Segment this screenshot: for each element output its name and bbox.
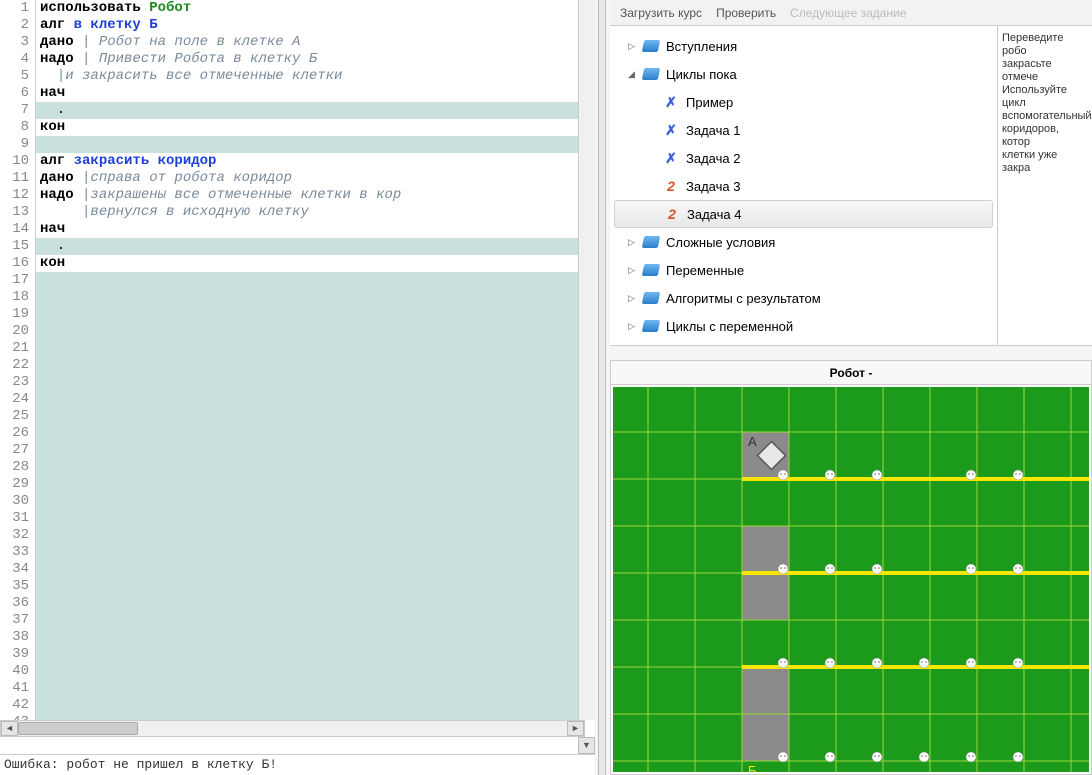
tree-item-label: Пример — [686, 95, 733, 110]
status-bar: Ошибка: робот не пришел в клетку Б! — [0, 754, 595, 775]
tree-item[interactable]: ▷Переменные — [610, 256, 997, 284]
tree-item[interactable]: ✗ Задача 2 — [610, 144, 997, 172]
next-task-button[interactable]: Следующее задание — [790, 6, 906, 20]
folder-icon — [642, 234, 660, 250]
editor-pane: 1234567891011121314151617181920212223242… — [0, 0, 595, 775]
scroll-left-button[interactable]: ◄ — [1, 721, 18, 736]
line-gutter: 1234567891011121314151617181920212223242… — [0, 0, 36, 720]
folder-icon — [642, 318, 660, 334]
tree-item-label: Задача 3 — [686, 179, 740, 194]
tree-item-label: Задача 1 — [686, 123, 740, 138]
tree-item[interactable]: 2 Задача 3 — [610, 172, 997, 200]
tree-item-label: Циклы пока — [666, 67, 737, 82]
tree-item-label: Сложные условия — [666, 235, 775, 250]
x-icon: ✗ — [662, 94, 680, 110]
load-course-button[interactable]: Загрузить курс — [620, 6, 702, 20]
x-icon: ✗ — [662, 122, 680, 138]
hscroll-thumb[interactable] — [18, 722, 138, 735]
editor-hscroll[interactable]: ◄ ► — [0, 720, 585, 737]
svg-text:А: А — [748, 434, 757, 449]
tree-item[interactable]: ▷Алгоритмы с результатом — [610, 284, 997, 312]
tree-item[interactable]: ▷Вступления — [610, 32, 997, 60]
robot-field[interactable]: АБ — [613, 387, 1089, 772]
folder-icon — [642, 262, 660, 278]
task-icon: 2 — [663, 206, 681, 222]
code-editor[interactable]: 1234567891011121314151617181920212223242… — [0, 0, 595, 720]
tree-item-label: Задача 4 — [687, 207, 741, 222]
folder-icon — [642, 290, 660, 306]
course-tree[interactable]: ▷Вступления◢Циклы пока ✗ Пример ✗ Задача 1 ✗ З… — [610, 26, 998, 345]
svg-text:Б: Б — [748, 763, 757, 772]
tree-item[interactable]: ✗ Пример — [610, 88, 997, 116]
tree-item[interactable]: 2 Задача 4 — [614, 200, 993, 228]
vertical-splitter[interactable] — [598, 0, 606, 775]
course-row: ▷Вступления◢Циклы пока ✗ Пример ✗ Задача 1 ✗ З… — [610, 26, 1092, 346]
right-pane: Загрузить курс Проверить Следующее задан… — [610, 0, 1092, 775]
task-description: Переведите робо закрасьте отмече Использ… — [998, 26, 1092, 345]
tree-item[interactable]: ▷Циклы с переменной — [610, 312, 997, 340]
toolbar: Загрузить курс Проверить Следующее задан… — [610, 0, 1092, 26]
tree-item-label: Алгоритмы с результатом — [666, 291, 821, 306]
task-icon: 2 — [662, 178, 680, 194]
x-icon: ✗ — [662, 150, 680, 166]
tree-item-label: Циклы с переменной — [666, 319, 793, 334]
tree-item[interactable]: ✗ Задача 1 — [610, 116, 997, 144]
robot-panel: Робот - АБ — [610, 360, 1092, 775]
scroll-right-button[interactable]: ► — [567, 721, 584, 736]
folder-icon — [642, 66, 660, 82]
tree-item-label: Переменные — [666, 263, 744, 278]
tree-item-label: Вступления — [666, 39, 737, 54]
code-area[interactable]: использовать Роботалг в клетку Бдано | Р… — [36, 0, 595, 720]
check-button[interactable]: Проверить — [716, 6, 776, 20]
scroll-down-button[interactable]: ▼ — [578, 737, 595, 754]
tree-item[interactable]: ▷Сложные условия — [610, 228, 997, 256]
tree-item-label: Задача 2 — [686, 151, 740, 166]
editor-vscroll[interactable] — [578, 0, 595, 720]
tree-item[interactable]: ◢Циклы пока — [610, 60, 997, 88]
robot-title: Робот - — [611, 361, 1091, 385]
folder-icon — [642, 38, 660, 54]
